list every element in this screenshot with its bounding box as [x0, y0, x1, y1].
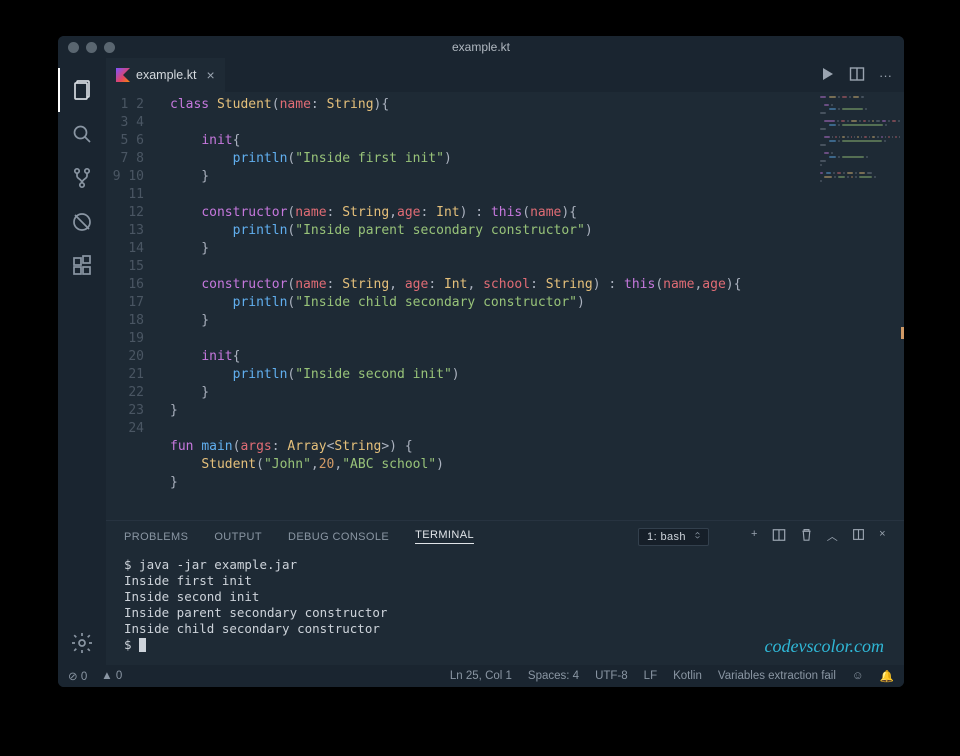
kotlin-file-icon	[116, 68, 130, 82]
status-errors[interactable]: ⊘ 0	[68, 669, 87, 683]
panel-icons: + ︿ ×	[751, 528, 886, 545]
status-feedback-icon[interactable]: ☺	[852, 670, 864, 682]
maximize-panel-icon[interactable]	[852, 528, 865, 545]
tab-filename: example.kt	[136, 68, 196, 82]
chevron-up-icon[interactable]: ︿	[827, 528, 838, 545]
close-window[interactable]	[68, 42, 79, 53]
close-tab-icon[interactable]: ×	[206, 67, 214, 83]
status-lncol[interactable]: Ln 25, Col 1	[450, 670, 512, 682]
close-panel-icon[interactable]: ×	[879, 528, 886, 545]
more-actions-icon[interactable]: ···	[879, 68, 892, 83]
editor-window: example.kt	[58, 36, 904, 687]
panel-tab-problems[interactable]: PROBLEMS	[124, 531, 188, 543]
status-warnings[interactable]: ▲ 0	[101, 670, 122, 682]
main-row: example.kt × ··· 1 2 3 4 5 6 7 8 9 10 11…	[58, 58, 904, 665]
explorer-icon[interactable]	[58, 68, 106, 112]
tabbar: example.kt × ···	[106, 58, 904, 92]
code-area[interactable]: class Student(name: String){ init{ print…	[156, 92, 904, 520]
status-bell-icon[interactable]: 🔔	[880, 669, 894, 683]
split-editor-icon[interactable]	[849, 66, 865, 85]
panel-tab-terminal[interactable]: TERMINAL	[415, 529, 474, 544]
activity-bar	[58, 58, 106, 665]
status-spaces[interactable]: Spaces: 4	[528, 670, 579, 682]
zoom-window[interactable]	[104, 42, 115, 53]
status-encoding[interactable]: UTF-8	[595, 670, 628, 682]
editor-pane[interactable]: 1 2 3 4 5 6 7 8 9 10 11 12 13 14 15 16 1…	[106, 92, 904, 520]
panel-tab-debug-console[interactable]: DEBUG CONSOLE	[288, 531, 389, 543]
status-language[interactable]: Kotlin	[673, 670, 702, 682]
panel-tabs: PROBLEMS OUTPUT DEBUG CONSOLE TERMINAL 1…	[106, 521, 904, 553]
traffic-lights	[58, 42, 115, 53]
new-terminal-icon[interactable]: +	[751, 528, 758, 545]
panel-tab-output[interactable]: OUTPUT	[214, 531, 262, 543]
minimize-window[interactable]	[86, 42, 97, 53]
debug-icon[interactable]	[58, 200, 106, 244]
window-title: example.kt	[58, 40, 904, 54]
statusbar: ⊘ 0 ▲ 0 Ln 25, Col 1 Spaces: 4 UTF-8 LF …	[58, 665, 904, 687]
search-icon[interactable]	[58, 112, 106, 156]
kill-terminal-icon[interactable]	[800, 528, 813, 545]
line-number-gutter: 1 2 3 4 5 6 7 8 9 10 11 12 13 14 15 16 1…	[106, 92, 156, 520]
status-eol[interactable]: LF	[644, 670, 657, 682]
scrollbar-marker	[901, 327, 904, 339]
watermark: codevscolor.com	[765, 636, 884, 657]
source-control-icon[interactable]	[58, 156, 106, 200]
tab-example-kt[interactable]: example.kt ×	[106, 58, 225, 92]
status-extra[interactable]: Variables extraction fail	[718, 670, 836, 682]
split-terminal-icon[interactable]	[772, 528, 786, 545]
terminal-selector[interactable]: 1: bash	[638, 528, 709, 546]
editor-actions: ···	[819, 58, 904, 92]
editor-column: example.kt × ··· 1 2 3 4 5 6 7 8 9 10 11…	[106, 58, 904, 665]
run-icon[interactable]	[819, 66, 835, 85]
titlebar: example.kt	[58, 36, 904, 58]
extensions-icon[interactable]	[58, 244, 106, 288]
settings-gear-icon[interactable]	[58, 621, 106, 665]
